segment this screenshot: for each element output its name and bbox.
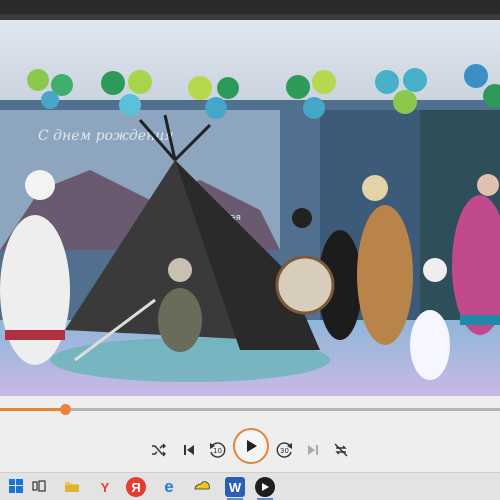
seek-bar[interactable] xyxy=(0,404,500,415)
task-view-icon xyxy=(32,479,46,496)
file-explorer-icon xyxy=(64,479,80,496)
word-icon: W xyxy=(228,479,242,495)
repeat-off-icon xyxy=(333,442,349,458)
task-view-button[interactable] xyxy=(29,477,49,497)
file-explorer-button[interactable] xyxy=(62,477,82,497)
yandex-button[interactable]: Я xyxy=(126,477,146,497)
fast-forward-icon: 30 xyxy=(275,440,295,460)
skip-back-button[interactable]: 10 xyxy=(203,436,231,464)
start-button[interactable] xyxy=(6,477,26,497)
player-controls: 10 30 xyxy=(0,396,500,472)
repeat-off-button[interactable] xyxy=(327,436,355,464)
word-button[interactable]: W xyxy=(225,477,245,500)
skip-next-icon xyxy=(306,443,320,457)
taskbar: Y Я e W xyxy=(0,472,500,500)
media-player-icon xyxy=(260,480,270,495)
yandex-browser-icon: Y xyxy=(100,479,110,495)
video-scene: С днем рождения Полярная xyxy=(0,20,500,396)
skip-forward-button[interactable]: 30 xyxy=(271,436,299,464)
yandex-disk-icon xyxy=(193,480,211,495)
seek-bar-progress xyxy=(0,408,65,411)
rewind-icon: 10 xyxy=(207,440,227,460)
previous-button[interactable] xyxy=(175,436,203,464)
play-button[interactable] xyxy=(233,428,269,464)
start-icon xyxy=(9,478,23,496)
shuffle-button[interactable] xyxy=(145,436,173,464)
skip-forward-label: 30 xyxy=(280,447,289,455)
internet-explorer-button[interactable]: e xyxy=(159,477,179,497)
seek-bar-handle[interactable] xyxy=(60,404,71,415)
next-button[interactable] xyxy=(299,436,327,464)
skip-previous-icon xyxy=(182,443,196,457)
yandex-disk-button[interactable] xyxy=(192,477,212,497)
window-title-bar xyxy=(0,0,500,20)
internet-explorer-icon: e xyxy=(164,477,174,496)
yandex-icon: Я xyxy=(131,479,141,495)
video-frame[interactable]: С днем рождения Полярная xyxy=(0,20,500,396)
skip-back-label: 10 xyxy=(213,447,222,455)
shuffle-icon xyxy=(151,442,167,458)
media-player-button[interactable] xyxy=(255,477,275,500)
play-icon xyxy=(244,439,258,453)
yandex-browser-button[interactable]: Y xyxy=(95,477,115,497)
